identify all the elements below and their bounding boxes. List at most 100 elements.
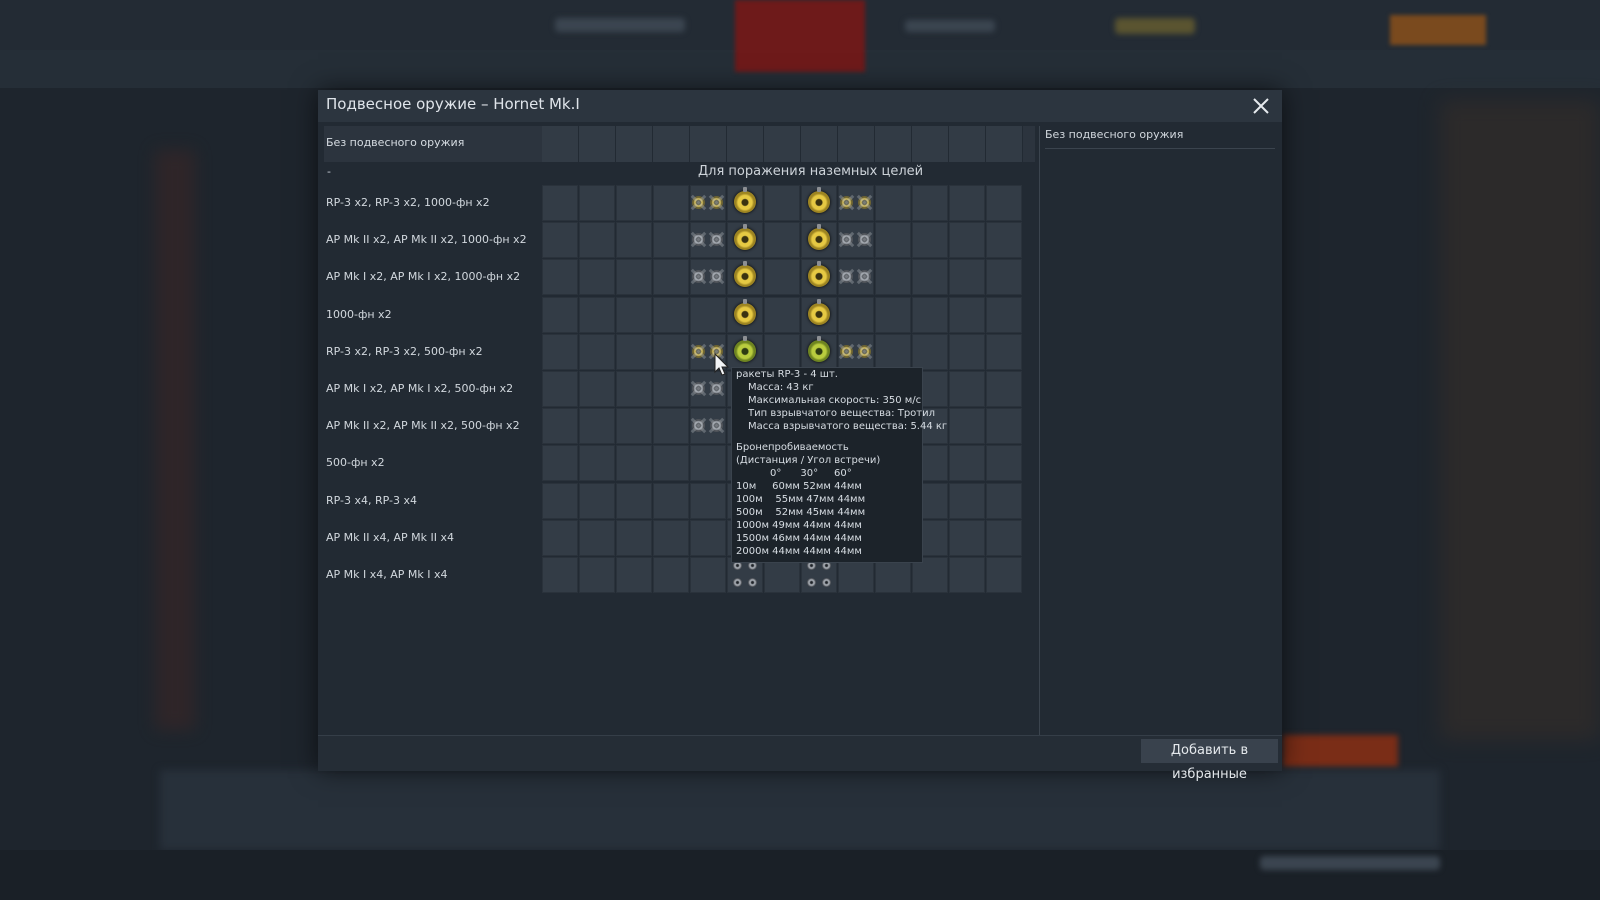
weapon-slot[interactable] [690, 185, 726, 221]
preset-label[interactable]: AP Mk I x2, AP Mk I x2, 1000-фн x2 [326, 270, 520, 283]
weapon-slot[interactable] [653, 445, 689, 482]
weapon-slot[interactable] [616, 333, 652, 370]
weapon-slot[interactable] [542, 333, 578, 370]
weapon-slot[interactable] [542, 482, 578, 519]
weapon-slot[interactable] [986, 519, 1022, 556]
weapon-slot[interactable] [838, 259, 874, 296]
weapon-slot[interactable] [764, 333, 800, 370]
preset-label[interactable]: AP Mk II x4, AP Mk II x4 [326, 531, 454, 544]
weapon-slot[interactable] [912, 296, 948, 333]
weapon-slot[interactable] [690, 222, 726, 259]
weapon-slot[interactable] [542, 519, 578, 556]
weapon-slot[interactable] [579, 259, 615, 296]
weapon-slot[interactable] [949, 222, 985, 259]
weapon-slot[interactable] [801, 222, 837, 259]
weapon-slot[interactable] [801, 333, 837, 370]
weapon-slot[interactable] [986, 333, 1022, 370]
weapon-slot[interactable] [986, 482, 1022, 519]
weapon-slot[interactable] [949, 296, 985, 333]
weapon-slot[interactable] [875, 259, 911, 296]
weapon-slot[interactable] [949, 259, 985, 296]
preset-label[interactable]: 1000-фн x2 [326, 308, 392, 321]
preset-label[interactable]: RP-3 x2, RP-3 x2, 500-фн x2 [326, 345, 483, 358]
weapon-slot[interactable] [653, 222, 689, 259]
weapon-slot[interactable] [986, 296, 1022, 333]
weapon-slot[interactable] [579, 519, 615, 556]
weapon-slot[interactable] [579, 482, 615, 519]
weapon-slot[interactable] [542, 557, 578, 593]
weapon-slot[interactable] [616, 482, 652, 519]
weapon-slot[interactable] [690, 445, 726, 482]
weapon-slot[interactable] [579, 222, 615, 259]
weapon-slot[interactable] [727, 259, 763, 296]
weapon-slot[interactable] [949, 333, 985, 370]
weapon-slot[interactable] [949, 185, 985, 221]
weapon-slot[interactable] [690, 557, 726, 593]
weapon-slot[interactable] [616, 185, 652, 221]
preset-label[interactable]: RP-3 x4, RP-3 x4 [326, 494, 417, 507]
weapon-slot[interactable] [542, 371, 578, 407]
weapon-slot[interactable] [653, 333, 689, 370]
weapon-slot[interactable] [616, 222, 652, 259]
weapon-slot[interactable] [579, 445, 615, 482]
weapon-slot[interactable] [912, 185, 948, 221]
weapon-slot[interactable] [579, 296, 615, 333]
weapon-slot[interactable] [542, 296, 578, 333]
weapon-slot[interactable] [838, 222, 874, 259]
weapon-slot[interactable] [838, 333, 874, 370]
weapon-slot[interactable] [542, 259, 578, 296]
weapon-slot[interactable] [616, 371, 652, 407]
weapon-slot[interactable] [912, 259, 948, 296]
weapon-slot[interactable] [912, 222, 948, 259]
weapon-slot[interactable] [986, 408, 1022, 445]
weapon-slot[interactable] [838, 185, 874, 221]
weapon-slot[interactable] [949, 445, 985, 482]
weapon-slot[interactable] [949, 371, 985, 407]
weapon-slot[interactable] [542, 408, 578, 445]
weapon-slot[interactable] [690, 259, 726, 296]
weapon-slot[interactable] [875, 222, 911, 259]
weapon-slot[interactable] [653, 408, 689, 445]
weapon-slot[interactable] [949, 408, 985, 445]
weapon-slot[interactable] [690, 296, 726, 333]
weapon-slot[interactable] [727, 296, 763, 333]
preset-label[interactable]: AP Mk II x2, AP Mk II x2, 500-фн x2 [326, 419, 520, 432]
preset-label[interactable]: RP-3 x2, RP-3 x2, 1000-фн x2 [326, 196, 490, 209]
weapon-slot[interactable] [653, 296, 689, 333]
weapon-slot[interactable] [616, 557, 652, 593]
weapon-slot[interactable] [986, 445, 1022, 482]
weapon-slot[interactable] [801, 259, 837, 296]
weapon-slot[interactable] [875, 333, 911, 370]
weapon-slot[interactable] [986, 557, 1022, 593]
weapon-slot[interactable] [616, 259, 652, 296]
weapon-slot[interactable] [653, 519, 689, 556]
weapon-slot[interactable] [616, 519, 652, 556]
weapon-slot[interactable] [579, 333, 615, 370]
weapon-slot[interactable] [986, 185, 1022, 221]
weapon-slot[interactable] [690, 482, 726, 519]
weapon-slot[interactable] [542, 222, 578, 259]
weapon-slot[interactable] [764, 185, 800, 221]
weapon-slot[interactable] [949, 557, 985, 593]
weapon-slot[interactable] [690, 519, 726, 556]
weapon-slot[interactable] [875, 296, 911, 333]
weapon-slot[interactable] [727, 185, 763, 221]
weapon-slot[interactable] [764, 259, 800, 296]
weapon-slot[interactable] [653, 185, 689, 221]
preset-label[interactable]: AP Mk I x2, AP Mk I x2, 500-фн x2 [326, 382, 513, 395]
weapon-slot[interactable] [986, 371, 1022, 407]
weapon-slot[interactable] [986, 259, 1022, 296]
weapon-slot[interactable] [764, 296, 800, 333]
weapon-slot[interactable] [801, 185, 837, 221]
weapon-slot[interactable] [542, 445, 578, 482]
weapon-slot[interactable] [912, 333, 948, 370]
weapon-slot[interactable] [690, 408, 726, 445]
weapon-slot[interactable] [579, 371, 615, 407]
weapon-slot[interactable] [986, 222, 1022, 259]
weapon-slot[interactable] [616, 408, 652, 445]
weapon-slot[interactable] [801, 296, 837, 333]
weapon-slot[interactable] [579, 185, 615, 221]
weapon-slot[interactable] [875, 185, 911, 221]
weapon-slot[interactable] [653, 557, 689, 593]
weapon-slot[interactable] [838, 296, 874, 333]
